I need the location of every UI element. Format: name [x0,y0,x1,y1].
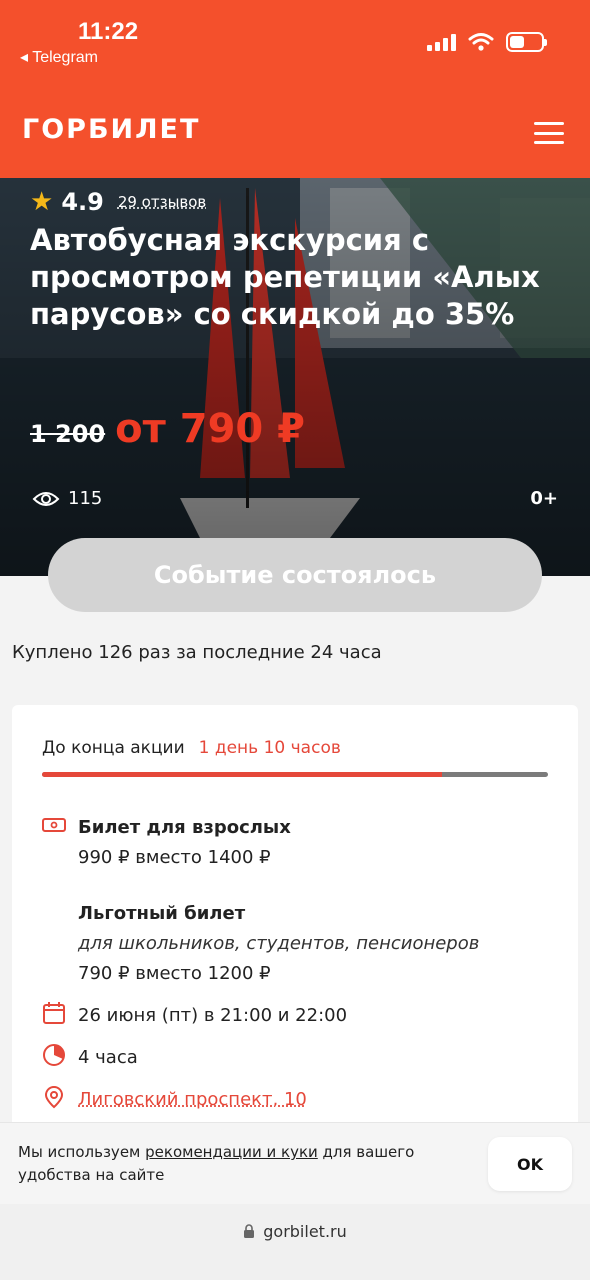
status-bar: 11:22 ◂ Telegram [0,0,590,80]
purchase-stats: Куплено 126 раз за последние 24 часа [12,642,382,663]
promo-timer: До конца акции 1 день 10 часов [42,738,341,758]
clock-icon [43,1044,65,1066]
event-duration-text: 4 часа [78,1047,138,1068]
adult-ticket-price: 990 ₽ вместо 1400 ₽ [78,847,271,868]
site-header: ГОРБИЛЕТ [0,80,590,178]
reduced-ticket-price: 790 ₽ вместо 1200 ₽ [78,963,271,984]
location-pin-icon [44,1085,64,1109]
event-title: Автобусная экскурсия с просмотром репети… [30,223,540,331]
cookie-text-before: Мы используем [18,1143,146,1161]
event-duration: 4 часа [42,1043,138,1073]
url-text: gorbilet.ru [263,1222,347,1241]
reviews-link[interactable]: 29 отзывов [118,193,206,211]
cookie-policy-link[interactable]: рекомендации и куки [145,1143,318,1161]
eye-icon [32,491,60,506]
star-icon: ★ [30,187,54,217]
event-hero: ★ 4.9 29 отзывов Автобусная экскурсия с … [0,178,590,576]
event-address: Лиговский проспект, 10 [42,1085,307,1115]
battery-icon [506,32,547,52]
ticket-adult: Билет для взрослых 990 ₽ вместо 1400 ₽ [42,813,291,873]
status-time: 11:22 [78,18,139,45]
event-status-button[interactable]: Событие состоялось [48,538,542,612]
views-counter: 115 [32,488,102,509]
cookie-banner: Мы используем рекомендации и куки для ва… [0,1122,590,1204]
reduced-ticket-note: для школьников, студентов, пенсионеров [78,933,480,954]
back-to-telegram[interactable]: ◂ Telegram [20,47,98,67]
status-icons [427,32,547,52]
address-link[interactable]: Лиговский проспект, 10 [78,1085,307,1115]
calendar-icon [43,1002,65,1024]
price-row: 1 200 от 790 ₽ [30,406,305,452]
ticket-reduced: Льготный билет для школьников, студентов… [78,899,479,989]
promo-progress-fill [42,772,442,777]
lock-icon [244,1224,255,1238]
rating: ★ 4.9 29 отзывов [30,188,206,216]
promo-time-left: 1 день 10 часов [198,738,341,758]
menu-icon[interactable] [534,122,564,144]
wifi-icon [468,33,494,51]
browser-url-bar[interactable]: gorbilet.ru [0,1204,590,1280]
url-display[interactable]: gorbilet.ru [0,1222,590,1241]
old-price: 1 200 [30,420,106,448]
age-rating: 0+ [530,488,558,509]
adult-ticket-title: Билет для взрослых [78,817,291,838]
signal-icon [427,33,456,51]
reduced-ticket-title: Льготный билет [78,903,246,924]
site-logo[interactable]: ГОРБИЛЕТ [22,114,200,145]
promo-progress-bar [42,772,548,777]
rating-value: 4.9 [61,188,104,216]
event-date: 26 июня (пт) в 21:00 и 22:00 [42,1001,347,1031]
cookie-text: Мы используем рекомендации и куки для ва… [18,1141,438,1187]
views-count: 115 [68,488,103,509]
cookie-ok-button[interactable]: OK [488,1137,572,1191]
ticket-icon [42,818,66,832]
current-price: от 790 ₽ [115,406,305,452]
event-info-card: До конца акции 1 день 10 часов Билет для… [12,705,578,1135]
promo-label: До конца акции [42,738,185,758]
event-date-text: 26 июня (пт) в 21:00 и 22:00 [78,1005,348,1026]
